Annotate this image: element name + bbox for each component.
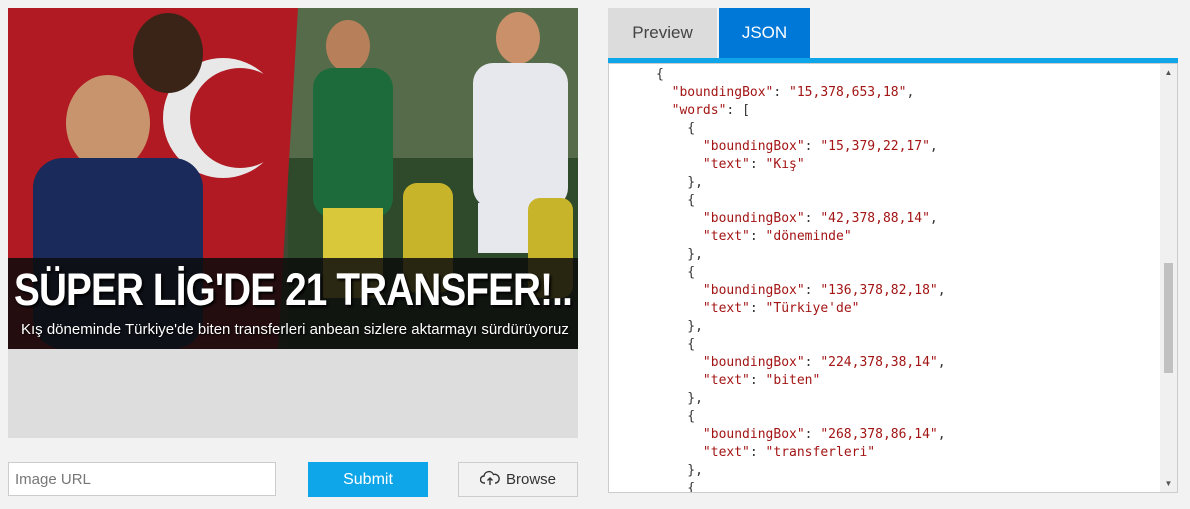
json-output-panel[interactable]: { "boundingBox": "15,378,653,18", "words… xyxy=(608,63,1178,493)
preview-photo: SÜPER LİG'DE 21 TRANSFER!.. Kış dönemind… xyxy=(8,8,578,349)
json-line: { xyxy=(655,67,664,82)
headline-text: SÜPER LİG'DE 21 TRANSFER!.. xyxy=(14,264,573,315)
json-line: }, xyxy=(687,463,703,478)
json-line: "boundingBox": "268,378,86,14", xyxy=(702,427,946,442)
json-line: { xyxy=(687,481,696,493)
json-line: }, xyxy=(687,175,703,190)
cloud-upload-icon xyxy=(479,470,500,490)
json-line: "text": "döneminde" xyxy=(702,229,852,244)
json-line: "text": "transferleri" xyxy=(702,445,876,460)
scroll-down-icon[interactable]: ▼ xyxy=(1160,475,1177,492)
json-line: "text": "Türkiye'de" xyxy=(702,301,860,316)
tab-json[interactable]: JSON xyxy=(719,8,810,58)
vertical-scrollbar[interactable]: ▲ ▼ xyxy=(1160,64,1177,492)
json-line: { xyxy=(687,337,696,352)
json-line: "boundingBox": "15,379,22,17", xyxy=(702,139,938,154)
json-line: "boundingBox": "15,378,653,18", xyxy=(671,85,915,100)
json-line: }, xyxy=(687,247,703,262)
json-code: { "boundingBox": "15,378,653,18", "words… xyxy=(609,64,1161,493)
json-line: }, xyxy=(687,391,703,406)
subheadline-text: Kış döneminde Türkiye'de biten transferl… xyxy=(21,321,569,338)
browse-label: Browse xyxy=(505,471,557,488)
json-line: }, xyxy=(687,319,703,334)
scroll-up-icon[interactable]: ▲ xyxy=(1160,64,1177,81)
json-line: "boundingBox": "42,378,88,14", xyxy=(702,211,938,226)
submit-button[interactable]: Submit xyxy=(308,462,428,497)
tab-preview[interactable]: Preview xyxy=(608,8,717,58)
scroll-thumb[interactable] xyxy=(1164,263,1173,373)
image-url-input[interactable] xyxy=(8,462,276,496)
json-line: "boundingBox": "136,378,82,18", xyxy=(702,283,946,298)
view-tabs: Preview JSON xyxy=(608,8,812,58)
image-preview-area: SÜPER LİG'DE 21 TRANSFER!.. Kış dönemind… xyxy=(8,8,578,438)
json-line: "text": "biten" xyxy=(702,373,821,388)
json-line: "boundingBox": "224,378,38,14", xyxy=(702,355,946,370)
json-line: { xyxy=(687,409,696,424)
json-line: "words": [ xyxy=(671,103,750,118)
json-line: { xyxy=(687,265,696,280)
browse-button[interactable]: Browse xyxy=(458,462,578,497)
json-line: { xyxy=(687,121,696,136)
json-line: { xyxy=(687,193,696,208)
json-line: "text": "Kış" xyxy=(702,157,805,172)
